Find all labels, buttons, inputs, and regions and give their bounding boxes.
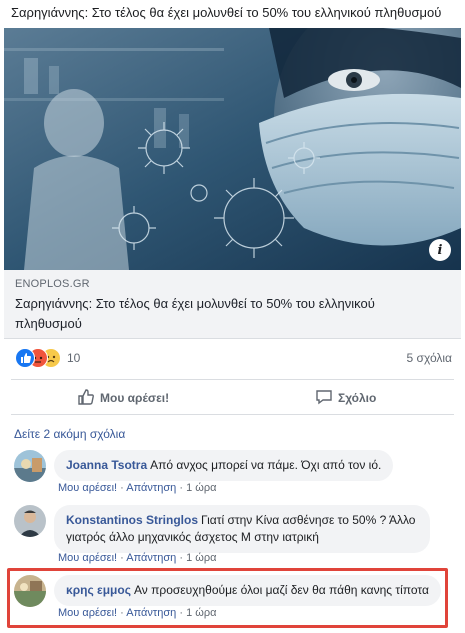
article-image[interactable]: i <box>4 28 461 270</box>
comment-author[interactable]: κρης εμμος <box>66 583 131 597</box>
comment-reply-link[interactable]: Απάντηση <box>126 552 176 564</box>
view-more-comments-link[interactable]: Δείτε 2 ακόμη σχόλια <box>14 427 125 441</box>
comment-text: Γιατί στην Κίνα ασθένησε το 50% ? Άλλο <box>201 513 416 527</box>
comment-bubble: Konstantinos Stringlos Γιατί στην Κίνα ασ… <box>54 505 430 553</box>
like-button[interactable]: Μου αρέσει! <box>77 387 169 409</box>
comment-reply-link[interactable]: Απάντηση <box>126 607 176 619</box>
comment-meta: Μου αρέσει! · Απάντηση · 1 ώρα <box>58 607 216 619</box>
avatar[interactable] <box>14 505 46 537</box>
like-button-label: Μου αρέσει! <box>100 391 170 405</box>
comment-text-continued: γιατρός άλλο μηχανικός άσχετος Μ στην ια… <box>66 530 319 544</box>
comment-button[interactable]: Σχόλιο <box>315 387 465 409</box>
comment-time[interactable]: 1 ώρα <box>186 482 216 494</box>
thumbs-up-icon <box>77 388 95 409</box>
avatar[interactable] <box>14 450 46 482</box>
separator: · <box>120 552 124 564</box>
action-bar: Μου αρέσει! Σχόλιο <box>11 379 454 415</box>
separator: · <box>179 607 183 619</box>
reaction-summary: 10 5 σχόλια <box>11 347 454 369</box>
comment-meta: Μου αρέσει! · Απάντηση · 1 ώρα <box>58 552 216 564</box>
separator: · <box>179 552 183 564</box>
comment-author[interactable]: Konstantinos Stringlos <box>66 513 198 527</box>
comment-like-link[interactable]: Μου αρέσει! <box>58 482 117 494</box>
comment-item: Joanna Tsotra Από ανχος μπορεί να πάμε. Ό… <box>14 450 454 494</box>
virus-illustration <box>4 28 461 270</box>
post-text: Σαρηγιάννης: Στο τέλος θα έχει μολυνθεί … <box>11 5 442 20</box>
link-preview[interactable]: ENOPLOS.GR Σαρηγιάννης: Στο τέλος θα έχε… <box>4 270 461 339</box>
comment-item: κρης εμμος Αν προσευχηθούμε όλοι μαζί δεν… <box>14 575 454 619</box>
info-icon[interactable]: i <box>429 239 451 261</box>
link-title[interactable]: Σαρηγιάννης: Στο τέλος θα έχει μολυνθεί … <box>15 294 435 334</box>
like-icon <box>15 348 35 368</box>
comment-text: Αν προσευχηθούμε όλοι μαζί δεν θα πάθη κ… <box>133 583 429 597</box>
comment-icon <box>315 388 333 409</box>
comment-time[interactable]: 1 ώρα <box>186 607 216 619</box>
separator: · <box>120 607 124 619</box>
separator: · <box>120 482 124 494</box>
comment-author[interactable]: Joanna Tsotra <box>66 458 147 472</box>
comment-like-link[interactable]: Μου αρέσει! <box>58 607 117 619</box>
comment-bubble: κρης εμμος Αν προσευχηθούμε όλοι μαζί δεν… <box>54 575 441 606</box>
comment-count[interactable]: 5 σχόλια <box>407 351 452 365</box>
comment-meta: Μου αρέσει! · Απάντηση · 1 ώρα <box>58 482 216 494</box>
avatar[interactable] <box>14 575 46 607</box>
comment-button-label: Σχόλιο <box>338 391 377 405</box>
comment-bubble: Joanna Tsotra Από ανχος μπορεί να πάμε. Ό… <box>54 450 394 481</box>
reaction-count[interactable]: 10 <box>67 351 80 365</box>
link-domain: ENOPLOS.GR <box>15 278 90 290</box>
comment-reply-link[interactable]: Απάντηση <box>126 482 176 494</box>
comment-time[interactable]: 1 ώρα <box>186 552 216 564</box>
comment-text: Από ανχος μπορεί να πάμε. Όχι από τον ιό… <box>150 458 382 472</box>
comment-like-link[interactable]: Μου αρέσει! <box>58 552 117 564</box>
separator: · <box>179 482 183 494</box>
comment-item: Konstantinos Stringlos Γιατί στην Κίνα ασ… <box>14 505 454 565</box>
